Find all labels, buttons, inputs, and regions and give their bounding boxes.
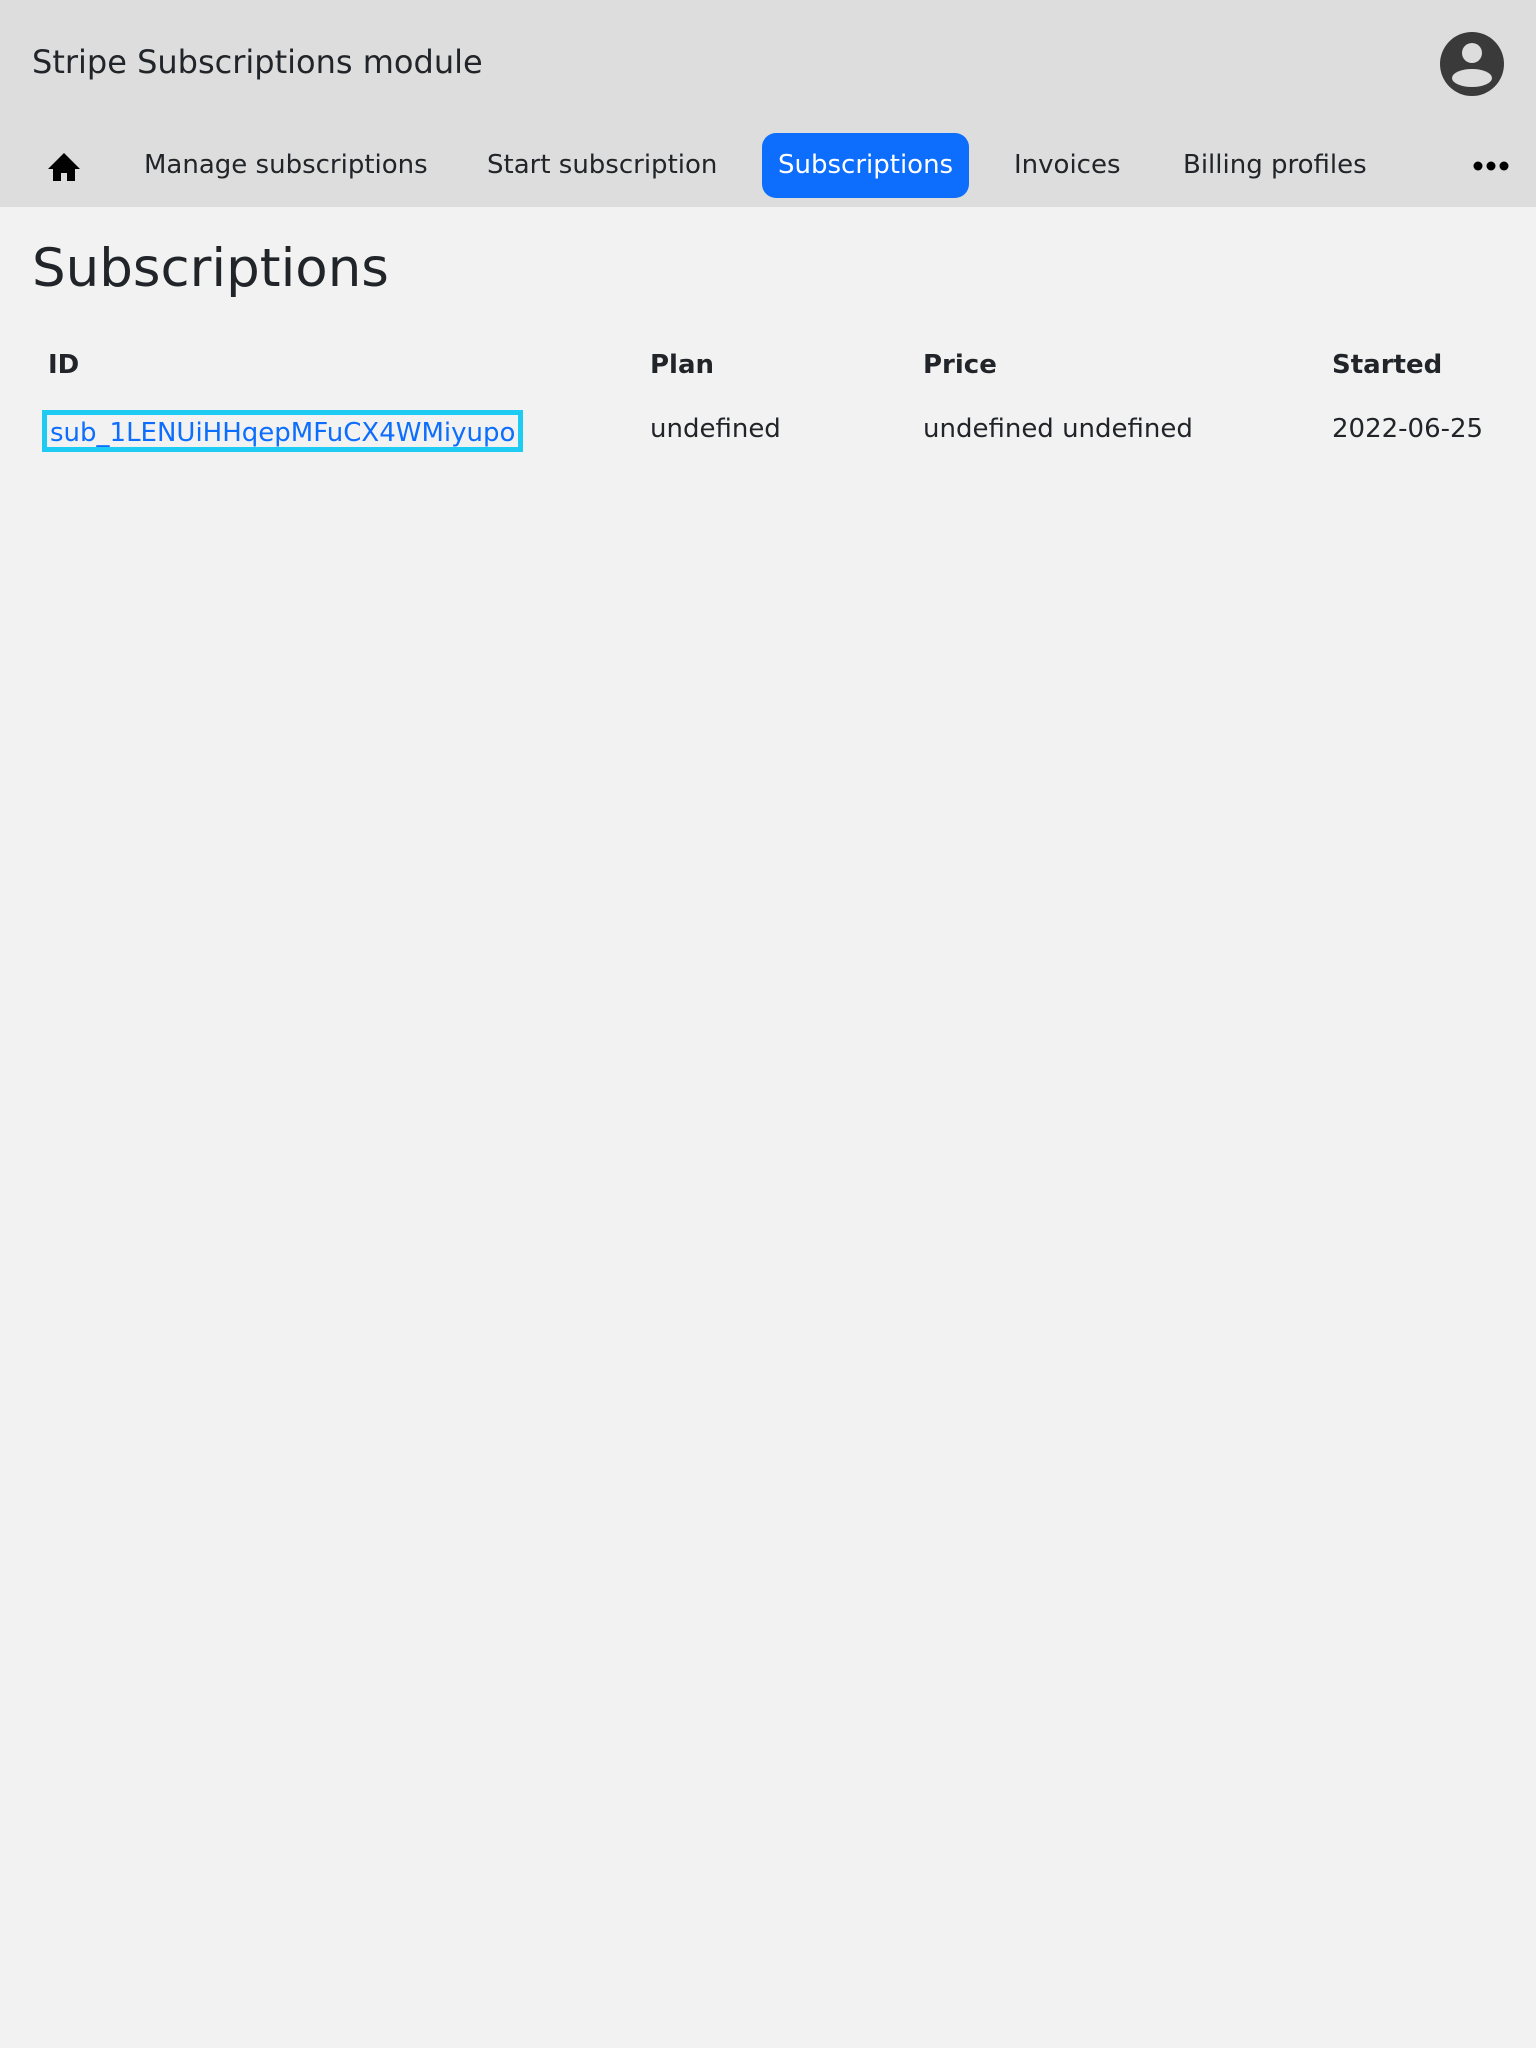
plan-cell: undefined — [650, 414, 781, 444]
home-icon[interactable] — [44, 147, 84, 187]
column-header-plan: Plan — [650, 350, 715, 380]
column-header-started: Started — [1332, 350, 1443, 380]
app-title: Stripe Subscriptions module — [32, 43, 483, 81]
tab-billing-profiles[interactable]: Billing profiles — [1183, 133, 1367, 198]
column-header-id: ID — [48, 350, 80, 380]
top-header: Stripe Subscriptions module Manage subsc… — [0, 0, 1536, 207]
user-avatar-icon[interactable] — [1439, 31, 1505, 97]
page-title: Subscriptions — [32, 238, 389, 299]
tab-manage-subscriptions[interactable]: Manage subscriptions — [144, 133, 428, 198]
started-date-cell: 2022-06-25 — [1332, 414, 1484, 444]
more-horizontal-icon[interactable] — [1472, 150, 1512, 182]
tab-start-subscription[interactable]: Start subscription — [487, 133, 717, 198]
price-cell: undefined undefined — [923, 414, 1193, 444]
tab-invoices[interactable]: Invoices — [1014, 133, 1121, 198]
subscription-id-link[interactable]: sub_1LENUiHHqepMFuCX4WMiyupo — [42, 410, 524, 452]
column-header-price: Price — [923, 350, 997, 380]
tab-subscriptions[interactable]: Subscriptions — [762, 133, 970, 198]
